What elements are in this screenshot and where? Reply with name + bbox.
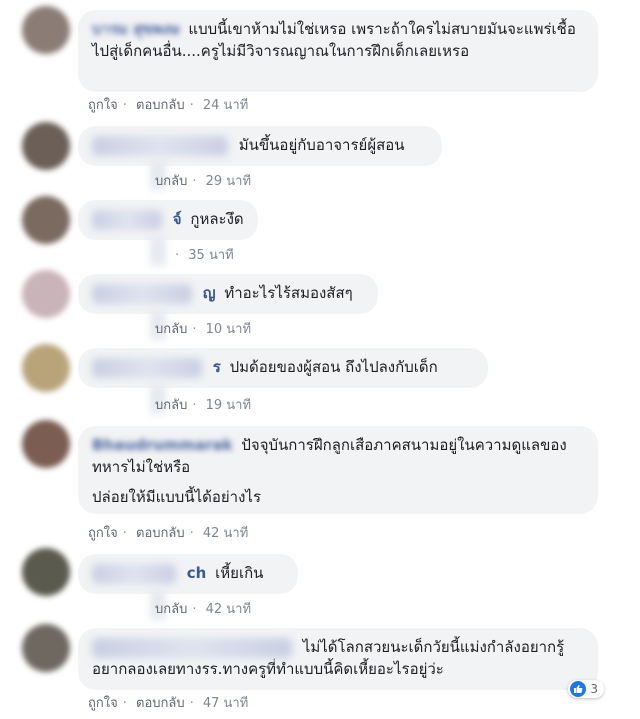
comment-actions: บกลับ · 19 นาที [155, 398, 252, 413]
avatar[interactable] [22, 6, 70, 54]
timestamp[interactable]: 19 นาที [206, 398, 251, 413]
comment-text: ปมด้อยของผู้สอน ถึงไปลงกับเด็ก [229, 358, 438, 376]
comment-bubble: ญ ทำอะไรไร้สมองสัสๆ [78, 274, 378, 314]
comment-text: มันขึ้นอยู่กับอาจารย์ผู้สอน [238, 136, 405, 154]
reaction-badge[interactable]: 3 [568, 680, 604, 698]
comment-actions: ถูกใจ · ตอบกลับ · 47 นาที [88, 696, 249, 711]
commenter-name[interactable]: บารม สุขพงษ [92, 20, 180, 38]
timestamp[interactable]: 42 นาที [203, 526, 248, 541]
commenter-name-redacted[interactable] [92, 283, 192, 304]
avatar[interactable] [22, 122, 70, 170]
redaction-blur [150, 236, 166, 266]
reaction-count: 3 [590, 682, 598, 696]
timestamp[interactable]: 24 นาที [203, 98, 248, 113]
comment-text: กูหละงึด [190, 210, 244, 228]
avatar[interactable] [22, 344, 70, 392]
timestamp[interactable]: 29 นาที [206, 174, 251, 189]
comment-actions: บกลับ · 42 นาที [155, 602, 252, 617]
avatar[interactable] [22, 270, 70, 318]
reply-link[interactable]: บกลับ [155, 602, 187, 617]
reply-link[interactable]: บกลับ [155, 322, 187, 337]
timestamp[interactable]: 10 นาที [206, 322, 251, 337]
comment-actions: บกลับ · 29 นาที [155, 174, 252, 189]
commenter-name[interactable]: ญ [203, 284, 216, 302]
comment-bubble: ไม่ได้โลกสวยนะเด็กวัยนี้แม่งกำลังอยากรู้… [78, 628, 598, 690]
commenter-name-redacted[interactable] [92, 563, 176, 584]
commenter-name[interactable]: ร [213, 358, 221, 376]
avatar[interactable] [22, 548, 70, 596]
comment-actions: ถูกใจ · ตอบกลับ · 24 นาที [88, 98, 249, 113]
comment-bubble: มันขึ้นอยู่กับอาจารย์ผู้สอน [78, 126, 442, 166]
timestamp[interactable]: 35 นาที [188, 248, 233, 263]
comment-bubble: ch เหี้ยเกิน [78, 554, 298, 594]
commenter-name[interactable]: จ์ [173, 210, 182, 228]
comment-text: เหี้ยเกิน [215, 564, 264, 582]
like-link[interactable]: ถูกใจ [88, 696, 118, 711]
comment-bubble: ร ปมด้อยของผู้สอน ถึงไปลงกับเด็ก [78, 348, 488, 388]
reply-link[interactable]: ตอบกลับ [136, 696, 185, 711]
avatar[interactable] [22, 196, 70, 244]
thumbs-up-icon [570, 681, 587, 697]
comment-actions: บกลับ · 10 นาที [155, 322, 252, 337]
like-link[interactable]: ถูกใจ [88, 526, 118, 541]
timestamp[interactable]: 47 นาที [203, 696, 248, 711]
comment-actions: ถูกใจ · ตอบกลับ · 42 นาที [88, 526, 249, 541]
timestamp[interactable]: 42 นาที [206, 602, 251, 617]
commenter-name-redacted[interactable] [92, 637, 292, 658]
comment-text: ทำอะไรไร้สมองสัสๆ [224, 284, 353, 302]
comment-text-line-2: ปล่อยให้มีแบบนี้ได้อย่างไร [92, 488, 262, 506]
comment-bubble: จ์ กูหละงึด [78, 200, 258, 240]
comment-actions: · 35 นาที [175, 248, 234, 263]
commenter-name-redacted[interactable] [92, 209, 162, 230]
commenter-name-redacted[interactable] [92, 357, 202, 378]
avatar[interactable] [22, 420, 70, 468]
like-link[interactable]: ถูกใจ [88, 98, 118, 113]
reply-link[interactable]: ตอบกลับ [136, 98, 185, 113]
commenter-name[interactable]: ch [187, 564, 207, 582]
commenter-name-redacted[interactable] [92, 135, 228, 156]
commenter-name[interactable]: Bhaudrummarak [92, 436, 233, 454]
comment-bubble: บารม สุขพงษ แบบนี้เขาห้ามไม่ใช่เหรอ เพรา… [78, 10, 598, 92]
reply-link[interactable]: บกลับ [155, 398, 187, 413]
reply-link[interactable]: บกลับ [155, 174, 187, 189]
comment-bubble: Bhaudrummarak ปัจจุบันการฝึกลูกเสือภาคสน… [78, 426, 598, 514]
reply-link[interactable]: ตอบกลับ [136, 526, 185, 541]
avatar[interactable] [22, 624, 70, 672]
